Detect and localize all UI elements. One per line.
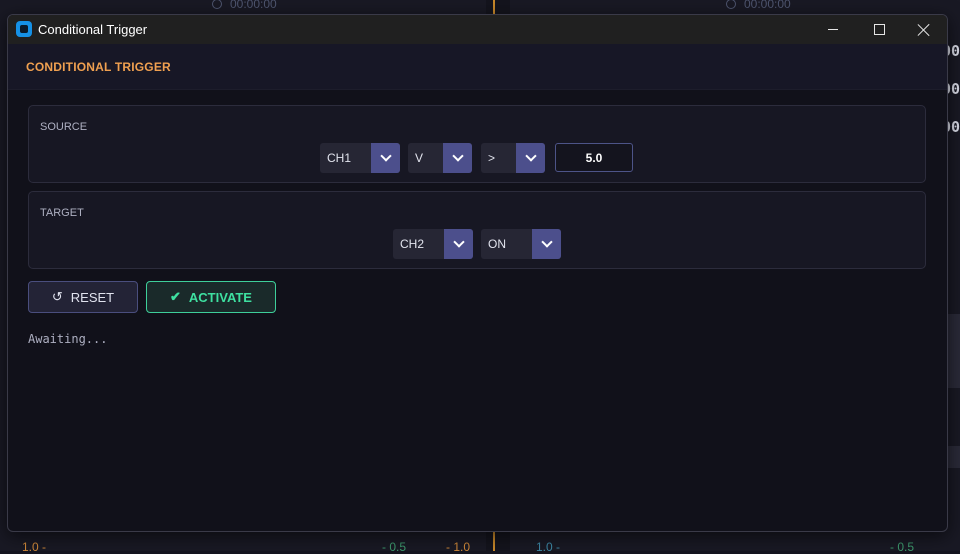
source-operator-value: >	[488, 151, 496, 165]
minimize-icon	[828, 29, 838, 30]
activate-button[interactable]: ✔ ACTIVATE	[146, 281, 276, 313]
minimize-button[interactable]	[810, 15, 856, 44]
chevron-down-icon	[452, 236, 465, 248]
title-bar[interactable]: Conditional Trigger	[8, 15, 947, 44]
app-icon	[16, 21, 32, 37]
chevron-down-icon	[379, 150, 392, 162]
maximize-button[interactable]	[856, 15, 902, 44]
source-unit-value: V	[415, 151, 424, 165]
chevron-down-icon	[524, 150, 537, 162]
background-axis-tick: 1.0 -	[22, 540, 47, 554]
conditional-trigger-window: Conditional Trigger CONDITIONAL TRIGGER …	[7, 14, 948, 532]
reset-button-label: RESET	[70, 289, 115, 305]
timer-icon	[726, 0, 736, 9]
target-state-select[interactable]: ON	[481, 229, 561, 259]
source-label: SOURCE	[40, 121, 88, 133]
target-channel-select[interactable]: CH2	[393, 229, 473, 259]
background-scroll-strip	[946, 314, 960, 388]
source-channel-value: CH1	[327, 151, 352, 165]
status-text: Awaiting...	[28, 332, 108, 346]
close-icon	[918, 24, 930, 36]
dialog-header-title: CONDITIONAL TRIGGER	[26, 60, 171, 74]
target-group: TARGET CH2 ON	[28, 191, 926, 269]
dropdown-arrow-button[interactable]	[444, 229, 473, 259]
reset-icon: ↺	[51, 289, 63, 304]
background-timestamp-left: 00:00:00	[212, 0, 277, 11]
background-axis-tick: - 0.5	[890, 540, 915, 554]
background-axis-tick: - 0.5	[382, 540, 407, 554]
dropdown-arrow-button[interactable]	[371, 143, 400, 173]
chevron-down-icon	[451, 150, 464, 162]
target-label: TARGET	[40, 207, 84, 219]
target-channel-value: CH2	[400, 237, 425, 251]
dropdown-arrow-button[interactable]	[532, 229, 561, 259]
timestamp-text: 00:00:00	[230, 0, 277, 11]
background-timestamp-right: 00:00:00	[726, 0, 791, 11]
source-operator-select[interactable]: >	[481, 143, 545, 173]
window-title: Conditional Trigger	[38, 22, 148, 37]
activate-button-label: ACTIVATE	[188, 289, 252, 305]
timestamp-text: 00:00:00	[744, 0, 791, 11]
target-state-value: ON	[488, 237, 506, 251]
reset-button[interactable]: ↺ RESET	[28, 281, 138, 313]
close-button[interactable]	[901, 15, 947, 44]
threshold-input[interactable]	[555, 143, 633, 172]
source-unit-select[interactable]: V	[408, 143, 472, 173]
checkmark-icon: ✔	[170, 289, 181, 304]
source-channel-select[interactable]: CH1	[320, 143, 400, 173]
maximize-icon	[873, 24, 885, 35]
dropdown-arrow-button[interactable]	[516, 143, 545, 173]
dialog-header: CONDITIONAL TRIGGER	[8, 44, 947, 90]
background-axis-tick: - 1.0	[446, 540, 471, 554]
background-scroll-strip	[946, 446, 960, 468]
background-axis-tick: 1.0 -	[536, 540, 561, 554]
chevron-down-icon	[540, 236, 553, 248]
dropdown-arrow-button[interactable]	[443, 143, 472, 173]
source-group: SOURCE CH1 V >	[28, 105, 926, 183]
timer-icon	[212, 0, 222, 9]
